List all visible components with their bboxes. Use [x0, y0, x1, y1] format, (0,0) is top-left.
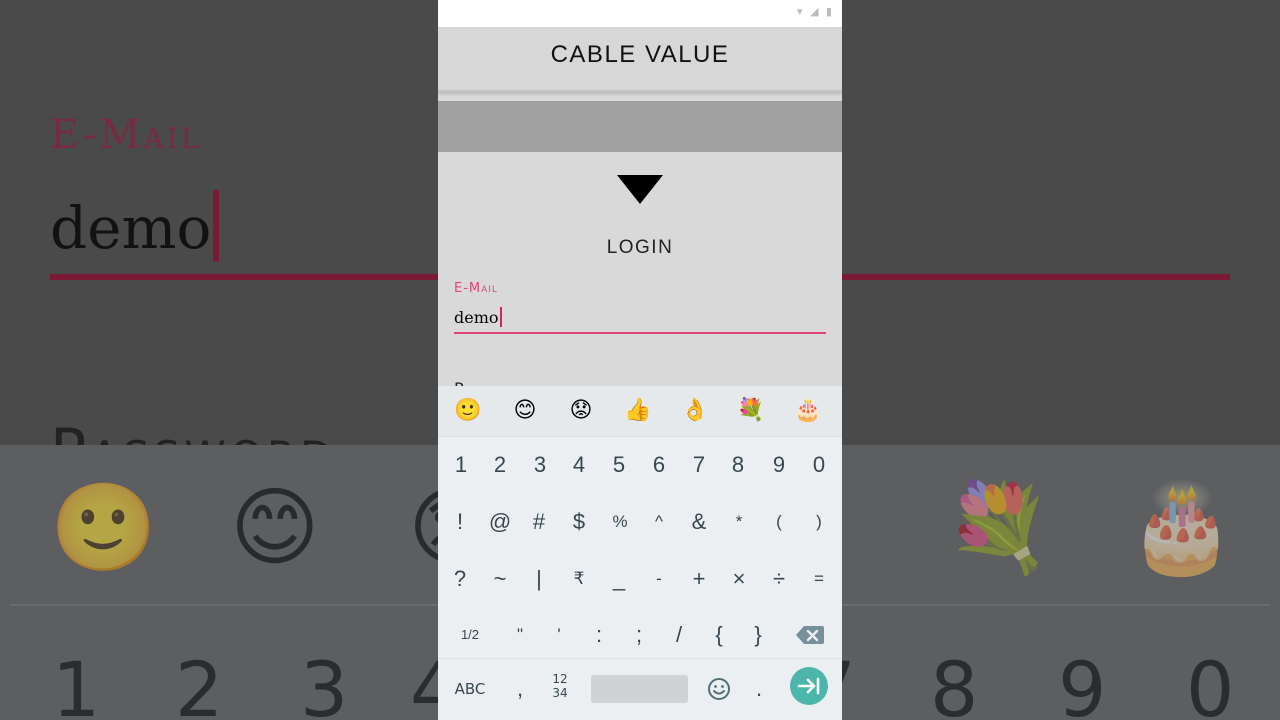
- key[interactable]: ): [799, 500, 839, 544]
- key[interactable]: ^: [639, 500, 679, 544]
- background-password-label: Password: [50, 415, 336, 445]
- key[interactable]: *: [719, 500, 759, 544]
- background-digit: 4: [410, 650, 438, 720]
- key[interactable]: 1: [441, 443, 481, 487]
- key[interactable]: ?: [440, 557, 480, 601]
- background-emoji: 😊: [230, 478, 320, 578]
- abc-key[interactable]: ABC: [448, 674, 492, 704]
- key[interactable]: 6: [639, 443, 679, 487]
- key[interactable]: ~: [480, 557, 520, 601]
- emoji-suggestion[interactable]: 👍: [616, 392, 660, 430]
- key[interactable]: &: [679, 500, 719, 544]
- key[interactable]: +: [679, 557, 719, 601]
- background-digit: 8: [930, 645, 979, 720]
- key[interactable]: #: [519, 500, 559, 544]
- emoji-suggestion[interactable]: 💐: [729, 392, 773, 430]
- key[interactable]: 8: [718, 443, 758, 487]
- numeric-layout-key[interactable]: 12 34: [543, 672, 577, 706]
- background-email-label: E-Mail: [50, 112, 203, 158]
- background-caret: [213, 190, 220, 262]
- text-caret: [499, 307, 502, 327]
- status-icons: ▾ ◢ ▮: [796, 5, 834, 18]
- background-emoji: 🎂: [1128, 478, 1236, 578]
- soft-keyboard: 🙂 😊 😟 👍 👌 💐 🎂 1 2 3 4 5 6 7 8 9 0 ! @ # …: [438, 386, 842, 720]
- numeric-label-top: 12: [552, 672, 568, 686]
- key[interactable]: !: [440, 500, 480, 544]
- emoji-suggestion[interactable]: 👌: [673, 392, 717, 430]
- key[interactable]: ₹: [559, 557, 599, 601]
- key[interactable]: %: [600, 500, 640, 544]
- key[interactable]: /: [659, 613, 699, 657]
- key[interactable]: =: [799, 557, 839, 601]
- app-bar: CABLE VALUE: [438, 27, 842, 92]
- background-digit: 0: [1186, 645, 1235, 720]
- background-emoji: 💐: [945, 478, 1053, 578]
- background-digit: 2: [175, 645, 224, 720]
- emoji-keyboard-icon[interactable]: [706, 676, 732, 702]
- key[interactable]: 2: [480, 443, 520, 487]
- password-label: Password: [454, 378, 529, 386]
- key[interactable]: 7: [679, 443, 719, 487]
- key[interactable]: -: [639, 557, 679, 601]
- space-bar[interactable]: [591, 675, 688, 703]
- key[interactable]: }: [738, 613, 778, 657]
- dropdown-triangle-icon[interactable]: [617, 175, 663, 204]
- key[interactable]: ÷: [759, 557, 799, 601]
- key[interactable]: ×: [719, 557, 759, 601]
- phone-screen: ▾ ◢ ▮ CABLE VALUE LOGIN E-Mail demo Pass…: [438, 0, 842, 720]
- key[interactable]: ": [500, 613, 540, 657]
- email-underline: [454, 332, 826, 334]
- emoji-suggestion[interactable]: 🎂: [786, 392, 830, 430]
- background-digit: 7: [842, 650, 856, 720]
- key[interactable]: 4: [559, 443, 599, 487]
- key[interactable]: 9: [759, 443, 799, 487]
- email-field[interactable]: demo: [454, 305, 826, 331]
- status-bar: ▾ ◢ ▮: [438, 0, 842, 27]
- background-emoji: 😟: [408, 478, 438, 578]
- key[interactable]: ': [539, 613, 579, 657]
- key[interactable]: 0: [799, 443, 839, 487]
- login-heading: LOGIN: [606, 237, 674, 258]
- app-title: CABLE VALUE: [550, 41, 730, 68]
- key[interactable]: 5: [599, 443, 639, 487]
- emoji-suggestion[interactable]: 🙂: [446, 392, 490, 430]
- header-band: [438, 101, 842, 152]
- key[interactable]: 3: [520, 443, 560, 487]
- background-emoji: 🙂: [50, 478, 158, 578]
- emoji-suggestion[interactable]: 😊: [503, 392, 547, 430]
- numeric-label-bottom: 34: [552, 686, 568, 700]
- key[interactable]: ;: [619, 613, 659, 657]
- key[interactable]: @: [480, 500, 520, 544]
- email-value: demo: [454, 308, 499, 327]
- background-digit: 3: [300, 645, 349, 720]
- next-field-button[interactable]: [790, 667, 828, 705]
- emoji-suggestion[interactable]: 😟: [559, 392, 603, 430]
- keyboard-row-divider: [438, 658, 842, 659]
- emoji-suggestion-row: 🙂 😊 😟 👍 👌 💐 🎂: [438, 386, 842, 437]
- key[interactable]: {: [699, 613, 739, 657]
- fraction-page-key[interactable]: 1/2: [450, 613, 490, 657]
- key[interactable]: |: [519, 557, 559, 601]
- email-label: E-Mail: [454, 281, 498, 296]
- comma-key[interactable]: ,: [500, 667, 540, 711]
- tab-arrow-icon: [797, 677, 820, 695]
- key[interactable]: _: [599, 557, 639, 601]
- background-digit: 1: [52, 645, 101, 720]
- background-digit: 9: [1058, 645, 1107, 720]
- background-email-value: demo: [50, 190, 220, 262]
- key[interactable]: :: [579, 613, 619, 657]
- backspace-icon[interactable]: [795, 624, 825, 646]
- period-key[interactable]: .: [739, 667, 779, 711]
- key[interactable]: $: [559, 500, 599, 544]
- key[interactable]: (: [759, 500, 799, 544]
